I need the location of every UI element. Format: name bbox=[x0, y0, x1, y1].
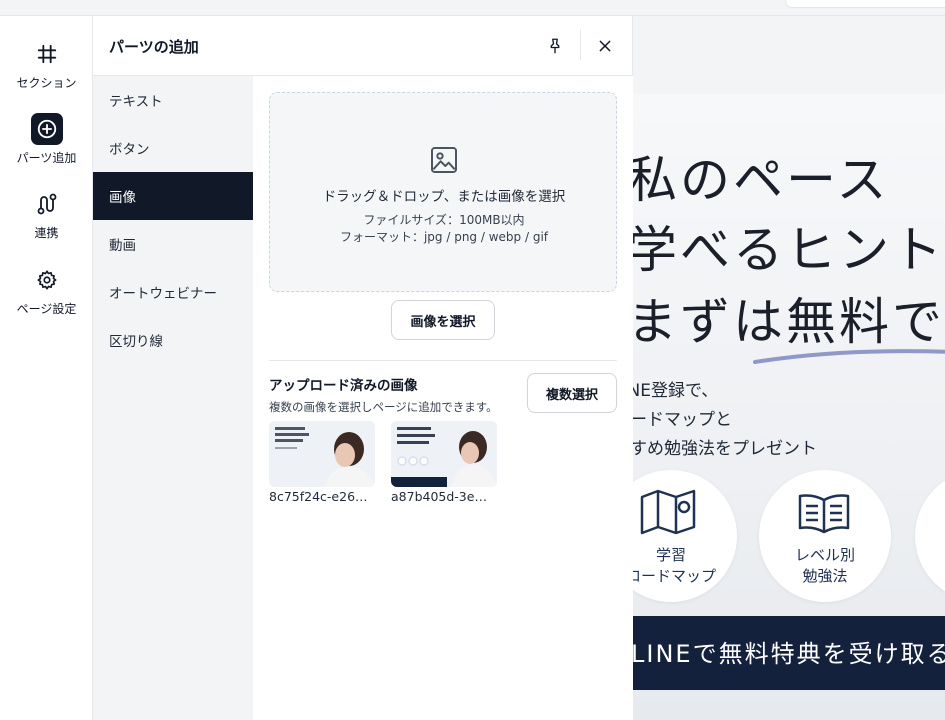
category-list: テキスト ボタン 画像 動画 オートウェビナー 区切り線 bbox=[93, 76, 253, 720]
feature-level-study: レベル別 勉強法 bbox=[759, 470, 891, 602]
hash-icon bbox=[31, 38, 63, 70]
feature-roadmap: 学習 ロードマップ bbox=[633, 470, 737, 602]
thumbnail-filename: 8c75f24c-e26… bbox=[269, 489, 368, 504]
image-icon bbox=[431, 147, 457, 173]
category-text[interactable]: テキスト bbox=[93, 76, 253, 124]
rail-item-page-settings[interactable]: ページ設定 bbox=[0, 264, 93, 317]
rail-item-section[interactable]: セクション bbox=[0, 38, 93, 91]
header-separator bbox=[580, 30, 581, 60]
uploaded-thumbnail[interactable] bbox=[269, 421, 375, 487]
feature-partial bbox=[915, 470, 945, 602]
plus-circle-icon bbox=[30, 113, 63, 145]
left-rail: セクション パーツ追加 連携 ページ設定 bbox=[0, 16, 93, 720]
pin-button[interactable] bbox=[541, 32, 569, 60]
feature-label: ロードマップ bbox=[633, 567, 716, 585]
gear-icon bbox=[31, 264, 63, 296]
thumbnail-filename: a87b405d-3e… bbox=[391, 489, 487, 504]
page-preview[interactable]: 私のペース 学べるヒント まずは無料で LINE登録で、 ロードマップと すすめ… bbox=[633, 16, 945, 720]
book-icon bbox=[798, 494, 850, 534]
multi-select-button[interactable]: 複数選択 bbox=[527, 373, 617, 413]
dropzone-instruction: ドラッグ＆ドロップ、または画像を選択 bbox=[322, 189, 566, 205]
thumbnail-image bbox=[391, 421, 497, 487]
rail-item-label: ページ設定 bbox=[16, 302, 77, 316]
rail-item-integration[interactable]: 連携 bbox=[0, 188, 93, 241]
preview-headline-2: 学べるヒント bbox=[633, 221, 945, 279]
uploaded-images-title: アップロード済みの画像 bbox=[269, 378, 418, 394]
image-dropzone[interactable]: ドラッグ＆ドロップ、または画像を選択 ファイルサイズ：100MB以内 フォーマッ… bbox=[269, 92, 617, 292]
rail-item-label: 連携 bbox=[34, 226, 59, 240]
preview-body-1: LINE登録で、 bbox=[633, 381, 719, 401]
top-bar bbox=[0, 0, 945, 16]
rail-item-add-parts[interactable]: パーツ追加 bbox=[0, 113, 93, 166]
pin-icon bbox=[550, 38, 560, 54]
route-icon bbox=[31, 188, 63, 220]
rail-item-label: パーツ追加 bbox=[16, 151, 77, 165]
headline-underline bbox=[753, 349, 945, 364]
feature-label: 勉強法 bbox=[802, 567, 848, 585]
dropzone-format-note: フォーマット：jpg / png / webp / gif bbox=[339, 230, 549, 244]
rail-item-label: セクション bbox=[16, 76, 77, 90]
dropzone-size-note: ファイルサイズ：100MB以内 bbox=[363, 213, 525, 227]
preview-body-3: すすめ勉強法をプレゼント bbox=[633, 439, 817, 459]
preview-headline-1: 私のペース bbox=[633, 151, 890, 209]
category-auto-webinar[interactable]: オートウェビナー bbox=[93, 268, 253, 316]
landing-page-preview: 私のペース 学べるヒント まずは無料で LINE登録で、 ロードマップと すすめ… bbox=[633, 94, 945, 720]
top-bar-field[interactable] bbox=[785, 0, 945, 8]
add-parts-panel: パーツの追加 テキスト ボタン 画像 動画 オートウェビナー 区切り線 ドラッグ… bbox=[93, 16, 633, 720]
feature-label: レベル別 bbox=[794, 546, 855, 564]
image-content: ドラッグ＆ドロップ、または画像を選択 ファイルサイズ：100MB以内 フォーマッ… bbox=[253, 76, 633, 720]
preview-body-2: ロードマップと bbox=[633, 410, 732, 430]
preview-headline-3: まずは無料で bbox=[633, 293, 945, 351]
uploaded-thumbnail[interactable] bbox=[391, 421, 497, 487]
select-image-button[interactable]: 画像を選択 bbox=[391, 300, 495, 340]
close-button[interactable] bbox=[591, 32, 619, 60]
category-image[interactable]: 画像 bbox=[93, 172, 253, 220]
category-button[interactable]: ボタン bbox=[93, 124, 253, 172]
thumbnail-image bbox=[269, 421, 375, 487]
cta-banner[interactable]: LINEで無料特典を受け取る bbox=[633, 616, 945, 690]
panel-title: パーツの追加 bbox=[109, 38, 199, 56]
category-divider[interactable]: 区切り線 bbox=[93, 316, 253, 364]
section-divider bbox=[269, 360, 617, 361]
feature-label: 学習 bbox=[655, 546, 686, 564]
map-icon bbox=[640, 489, 696, 535]
category-video[interactable]: 動画 bbox=[93, 220, 253, 268]
panel-header: パーツの追加 bbox=[93, 16, 633, 76]
uploaded-images-description: 複数の画像を選択しページに追加できます。 bbox=[269, 400, 498, 414]
close-icon bbox=[599, 40, 611, 52]
cta-text: LINEで無料特典を受け取る bbox=[633, 640, 945, 668]
